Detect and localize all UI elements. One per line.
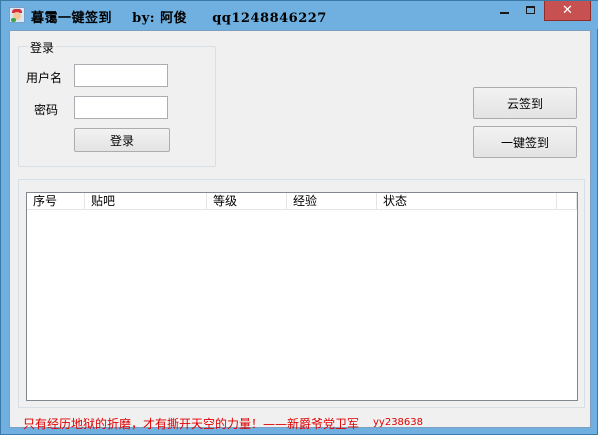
maximize-icon [526, 6, 535, 14]
login-group-title: 登录 [28, 39, 57, 56]
username-label: 用户名 [26, 71, 63, 85]
login-groupbox: 登录 用户名 密码 登录 [18, 39, 216, 167]
column-header-tieba[interactable]: 贴吧 [85, 193, 207, 210]
minimize-icon [500, 12, 509, 14]
column-header-exp[interactable]: 经验 [287, 193, 377, 210]
column-header-filler [557, 193, 577, 210]
list-header: 序号 贴吧 等级 经验 状态 [27, 193, 577, 210]
footer-motto: 只有经历地狱的折磨，才有撕开天空的力量！——新爵爷党卫军 [23, 417, 360, 431]
app-icon-leaf [11, 18, 16, 22]
close-icon: ✕ [562, 3, 573, 18]
password-field[interactable] [74, 96, 168, 119]
client-area: 登录 用户名 密码 登录 云签到 一键签到 序号 贴吧 等级 经验 状态 [9, 30, 591, 428]
footer-id: yy238638 [373, 417, 424, 428]
minimize-button[interactable] [491, 1, 518, 21]
username-field[interactable] [74, 64, 168, 87]
close-button[interactable]: ✕ [544, 1, 591, 21]
sign-list[interactable]: 序号 贴吧 等级 经验 状态 [26, 192, 578, 401]
one-click-sign-button[interactable]: 一键签到 [473, 126, 577, 158]
login-button[interactable]: 登录 [74, 128, 170, 152]
app-icon[interactable] [9, 7, 25, 23]
app-window: 暮霭一键签到 by: 阿俊 qq1248846227 ✕ 登录 用户名 密码 登… [0, 0, 598, 435]
title-bar[interactable]: 暮霭一键签到 by: 阿俊 qq1248846227 ✕ [1, 1, 598, 29]
result-panel: 序号 贴吧 等级 经验 状态 [18, 179, 585, 408]
column-header-status[interactable]: 状态 [377, 193, 557, 210]
column-header-index[interactable]: 序号 [27, 193, 85, 210]
window-title: 暮霭一键签到 by: 阿俊 qq1248846227 [31, 11, 327, 26]
password-label: 密码 [34, 103, 59, 117]
maximize-button[interactable] [518, 1, 544, 21]
column-header-level[interactable]: 等级 [207, 193, 287, 210]
cloud-sign-button[interactable]: 云签到 [473, 87, 577, 119]
